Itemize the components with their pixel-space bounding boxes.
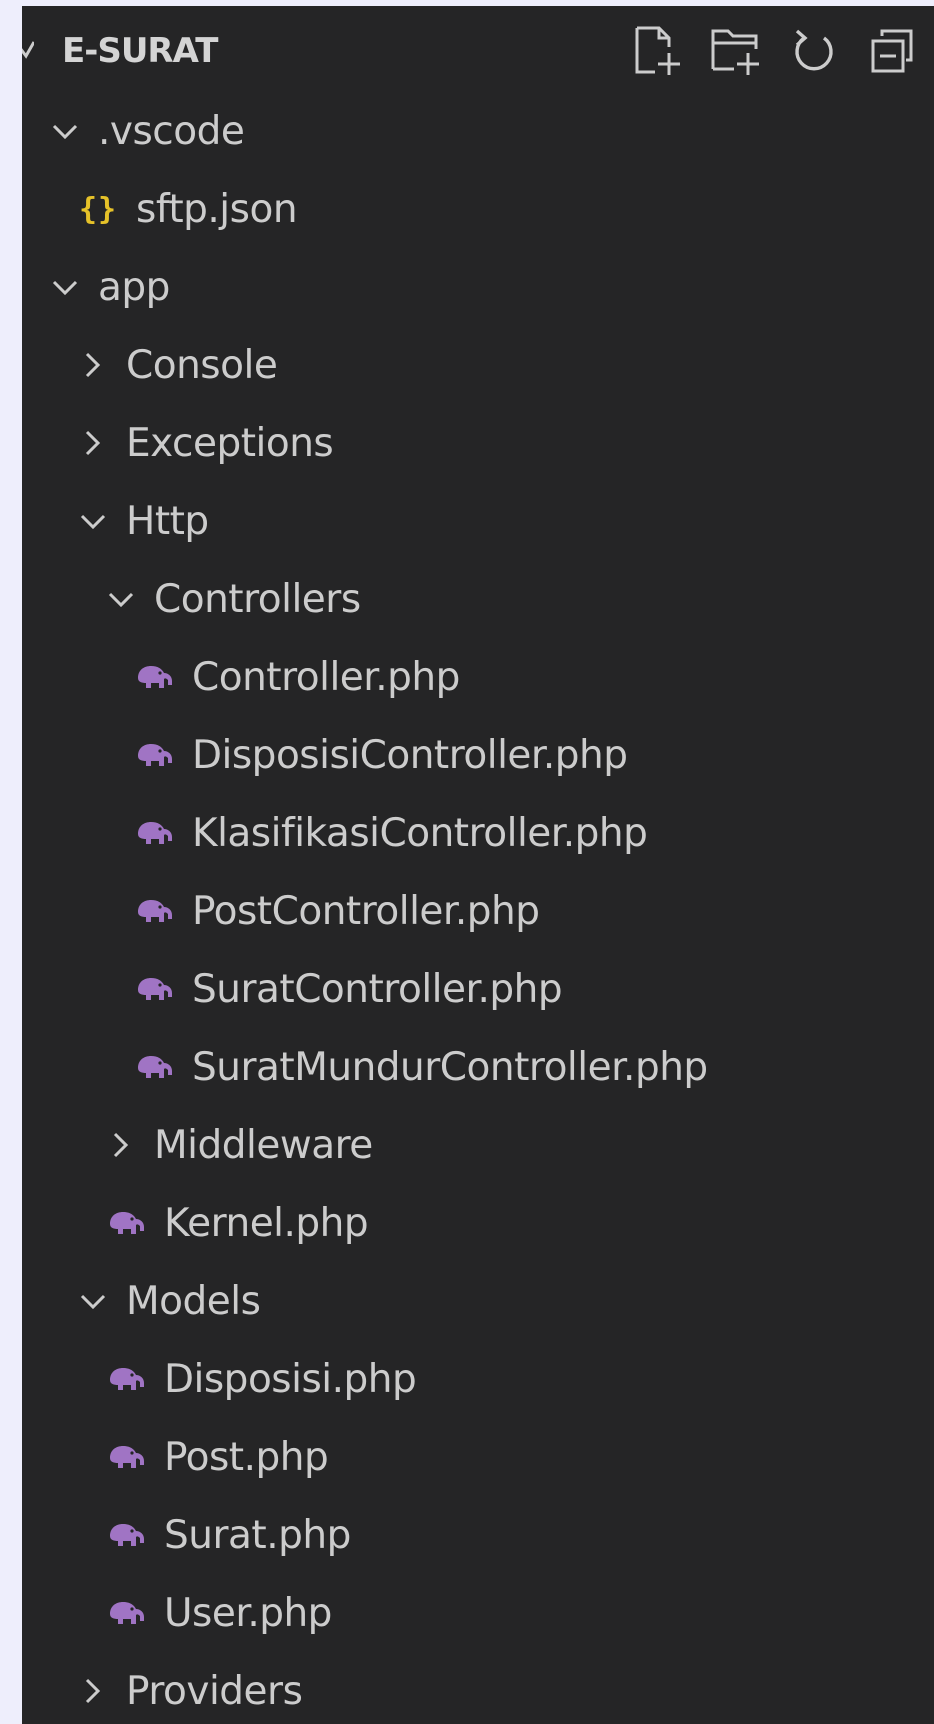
chevron-down-icon[interactable] xyxy=(106,560,136,638)
file-item-postcontroller-php[interactable]: PostController.php xyxy=(22,872,934,950)
file-item-surat-php[interactable]: Surat.php xyxy=(22,1496,934,1574)
tree-item-label: SuratController.php xyxy=(192,966,563,1012)
tree-item-label: Surat.php xyxy=(164,1512,351,1558)
chevron-down-icon[interactable] xyxy=(78,1262,108,1340)
php-elephant-icon xyxy=(134,872,174,950)
header-actions xyxy=(625,14,925,88)
tree-item-label: Controllers xyxy=(154,576,361,622)
php-elephant-icon xyxy=(134,950,174,1028)
tree-item-label: sftp.json xyxy=(136,186,298,232)
tree-item-label: Disposisi.php xyxy=(164,1356,417,1402)
file-item-sftp-json[interactable]: {} sftp.json xyxy=(22,170,934,248)
refresh-icon[interactable] xyxy=(781,14,847,88)
chevron-right-icon[interactable] xyxy=(106,1106,136,1184)
folder-item-exceptions[interactable]: Exceptions xyxy=(22,404,934,482)
chevron-down-icon[interactable] xyxy=(78,482,108,560)
file-item-disposisi-php[interactable]: Disposisi.php xyxy=(22,1340,934,1418)
tree-item-label: SuratMundurController.php xyxy=(192,1044,708,1090)
chevron-right-icon[interactable] xyxy=(78,404,108,482)
new-folder-icon[interactable] xyxy=(703,14,769,88)
file-item-suratcontroller-php[interactable]: SuratController.php xyxy=(22,950,934,1028)
chevron-right-icon[interactable] xyxy=(78,1652,108,1724)
php-elephant-icon xyxy=(106,1418,146,1496)
php-elephant-icon xyxy=(106,1496,146,1574)
folder-item-providers[interactable]: Providers xyxy=(22,1652,934,1724)
php-elephant-icon xyxy=(106,1184,146,1262)
folder-item-app[interactable]: app xyxy=(22,248,934,326)
chevron-down-icon[interactable] xyxy=(22,34,34,64)
file-item-user-php[interactable]: User.php xyxy=(22,1574,934,1652)
tree-item-label: Post.php xyxy=(164,1434,329,1480)
file-item-klasifikasicontroller-php[interactable]: KlasifikasiController.php xyxy=(22,794,934,872)
explorer-header[interactable]: E-SURAT xyxy=(22,14,934,88)
php-elephant-icon xyxy=(134,794,174,872)
file-item-kernel-php[interactable]: Kernel.php xyxy=(22,1184,934,1262)
chevron-down-icon[interactable] xyxy=(50,92,80,170)
php-elephant-icon xyxy=(106,1574,146,1652)
tree-item-label: Models xyxy=(126,1278,261,1324)
tree-item-label: Controller.php xyxy=(192,654,460,700)
folder-item-vscode[interactable]: .vscode xyxy=(22,92,934,170)
chevron-down-icon[interactable] xyxy=(50,248,80,326)
tree-item-label: Exceptions xyxy=(126,420,334,466)
php-elephant-icon xyxy=(134,716,174,794)
explorer-panel: E-SURAT .vscode {} sftp.json app Console… xyxy=(22,6,934,1724)
file-item-suratmundurcontroller-php[interactable]: SuratMundurController.php xyxy=(22,1028,934,1106)
collapse-all-icon[interactable] xyxy=(859,14,925,88)
file-tree: .vscode {} sftp.json app Console Exceptions Ht… xyxy=(22,92,934,1724)
json-braces-icon: {} xyxy=(78,191,118,227)
tree-item-label: app xyxy=(98,264,170,310)
folder-item-console[interactable]: Console xyxy=(22,326,934,404)
tree-item-label: PostController.php xyxy=(192,888,540,934)
chevron-right-icon[interactable] xyxy=(78,326,108,404)
new-file-icon[interactable] xyxy=(625,14,691,88)
file-item-disposisicontroller-php[interactable]: DisposisiController.php xyxy=(22,716,934,794)
php-elephant-icon xyxy=(134,638,174,716)
workspace-title: E-SURAT xyxy=(62,31,218,71)
tree-item-label: Kernel.php xyxy=(164,1200,369,1246)
tree-item-label: .vscode xyxy=(98,108,245,154)
folder-item-middleware[interactable]: Middleware xyxy=(22,1106,934,1184)
tree-item-label: Middleware xyxy=(154,1122,373,1168)
folder-item-http[interactable]: Http xyxy=(22,482,934,560)
tree-item-label: Providers xyxy=(126,1668,303,1714)
tree-item-label: DisposisiController.php xyxy=(192,732,628,778)
tree-item-label: User.php xyxy=(164,1590,332,1636)
tree-item-label: KlasifikasiController.php xyxy=(192,810,648,856)
folder-item-controllers[interactable]: Controllers xyxy=(22,560,934,638)
tree-item-label: Console xyxy=(126,342,278,388)
file-item-controller-php[interactable]: Controller.php xyxy=(22,638,934,716)
file-item-post-php[interactable]: Post.php xyxy=(22,1418,934,1496)
folder-item-models[interactable]: Models xyxy=(22,1262,934,1340)
php-elephant-icon xyxy=(106,1340,146,1418)
php-elephant-icon xyxy=(134,1028,174,1106)
tree-item-label: Http xyxy=(126,498,209,544)
